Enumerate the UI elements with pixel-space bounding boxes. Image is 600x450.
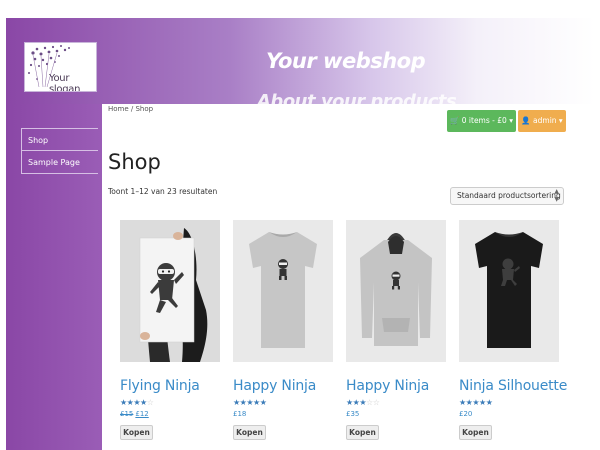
star-filled-icon: ★★★★★ [459, 398, 493, 407]
breadcrumb[interactable]: Home / Shop [108, 105, 153, 113]
ninja-poster-icon [120, 220, 220, 362]
site-title[interactable]: Your webshop [266, 49, 426, 73]
cart-icon: 🛒 [450, 116, 460, 125]
star-rating: ★★★★★ [459, 398, 559, 407]
black-tshirt-icon [459, 220, 559, 362]
product-card: Happy Ninja ★★★☆☆ £35 Kopen [346, 220, 446, 440]
product-price: £35 [346, 410, 446, 420]
buy-button[interactable]: Kopen [346, 425, 379, 440]
buy-button[interactable]: Kopen [120, 425, 153, 440]
logo-slogan: Your slogan [49, 73, 81, 92]
main-content: Home / Shop 🛒 0 items - £0 ▾ 👤 admin ▾ S… [102, 104, 595, 450]
product-card: Ninja Silhouette ★★★★★ £20 Kopen [459, 220, 567, 440]
star-empty-icon: ☆ [146, 398, 154, 407]
price: £18 [233, 410, 247, 418]
price-old: £15 [120, 410, 134, 418]
product-name[interactable]: Happy Ninja [346, 378, 446, 394]
sort-selected-value: Standaard productsortering [457, 191, 561, 200]
caret-down-icon: ▾ [509, 116, 513, 125]
page: Your slogan Your webshop About your prod… [0, 0, 600, 450]
product-name[interactable]: Ninja Silhouette [459, 378, 567, 394]
grey-tshirt-icon [233, 220, 333, 362]
cart-button-label: 0 items - £0 [461, 116, 507, 125]
admin-button[interactable]: 👤 admin ▾ [518, 110, 566, 132]
product-price: £20 [459, 410, 559, 420]
product-image[interactable] [346, 220, 446, 362]
star-empty-icon: ☆☆ [366, 398, 380, 407]
page-title: Shop [108, 150, 161, 174]
select-arrows-icon: ▲ ▼ [554, 188, 559, 203]
star-filled-icon: ★★★★ [120, 398, 147, 407]
user-icon: 👤 [521, 116, 531, 125]
star-filled-icon: ★★★ [346, 398, 367, 407]
product-image[interactable] [120, 220, 220, 362]
product-card: Flying Ninja ★★★★☆ £15 £12 Kopen [120, 220, 220, 440]
product-name[interactable]: Flying Ninja [120, 378, 220, 394]
product-image[interactable] [459, 220, 559, 362]
sidebar-menu: Shop Sample Page [21, 128, 98, 174]
product-card: Happy Ninja ★★★★★ £18 Kopen [233, 220, 333, 440]
sidebar: Shop Sample Page [6, 104, 102, 450]
product-name[interactable]: Happy Ninja [233, 378, 333, 394]
price-sale: £12 [135, 410, 149, 418]
price: £20 [459, 410, 473, 418]
star-rating: ★★★☆☆ [346, 398, 446, 407]
buy-button[interactable]: Kopen [233, 425, 266, 440]
site-header: Your slogan Your webshop About your prod… [6, 18, 595, 112]
buy-button[interactable]: Kopen [459, 425, 492, 440]
caret-down-icon: ▾ [558, 116, 563, 125]
product-price: £18 [233, 410, 333, 420]
star-filled-icon: ★★★★★ [233, 398, 267, 407]
cart-button[interactable]: 🛒 0 items - £0 ▾ [447, 110, 516, 132]
star-rating: ★★★★★ [233, 398, 333, 407]
sidebar-item-sample-page[interactable]: Sample Page [21, 151, 98, 174]
price: £35 [346, 410, 360, 418]
grey-hoodie-icon [346, 220, 446, 362]
admin-button-label: admin [533, 116, 557, 125]
star-rating: ★★★★☆ [120, 398, 220, 407]
sort-select[interactable]: Standaard productsortering ▲ ▼ [450, 187, 564, 205]
product-price: £15 £12 [120, 410, 220, 420]
result-count: Toont 1–12 van 23 resultaten [108, 187, 218, 196]
sidebar-item-shop[interactable]: Shop [21, 128, 98, 151]
product-image[interactable] [233, 220, 333, 362]
site-logo[interactable]: Your slogan [24, 42, 97, 92]
